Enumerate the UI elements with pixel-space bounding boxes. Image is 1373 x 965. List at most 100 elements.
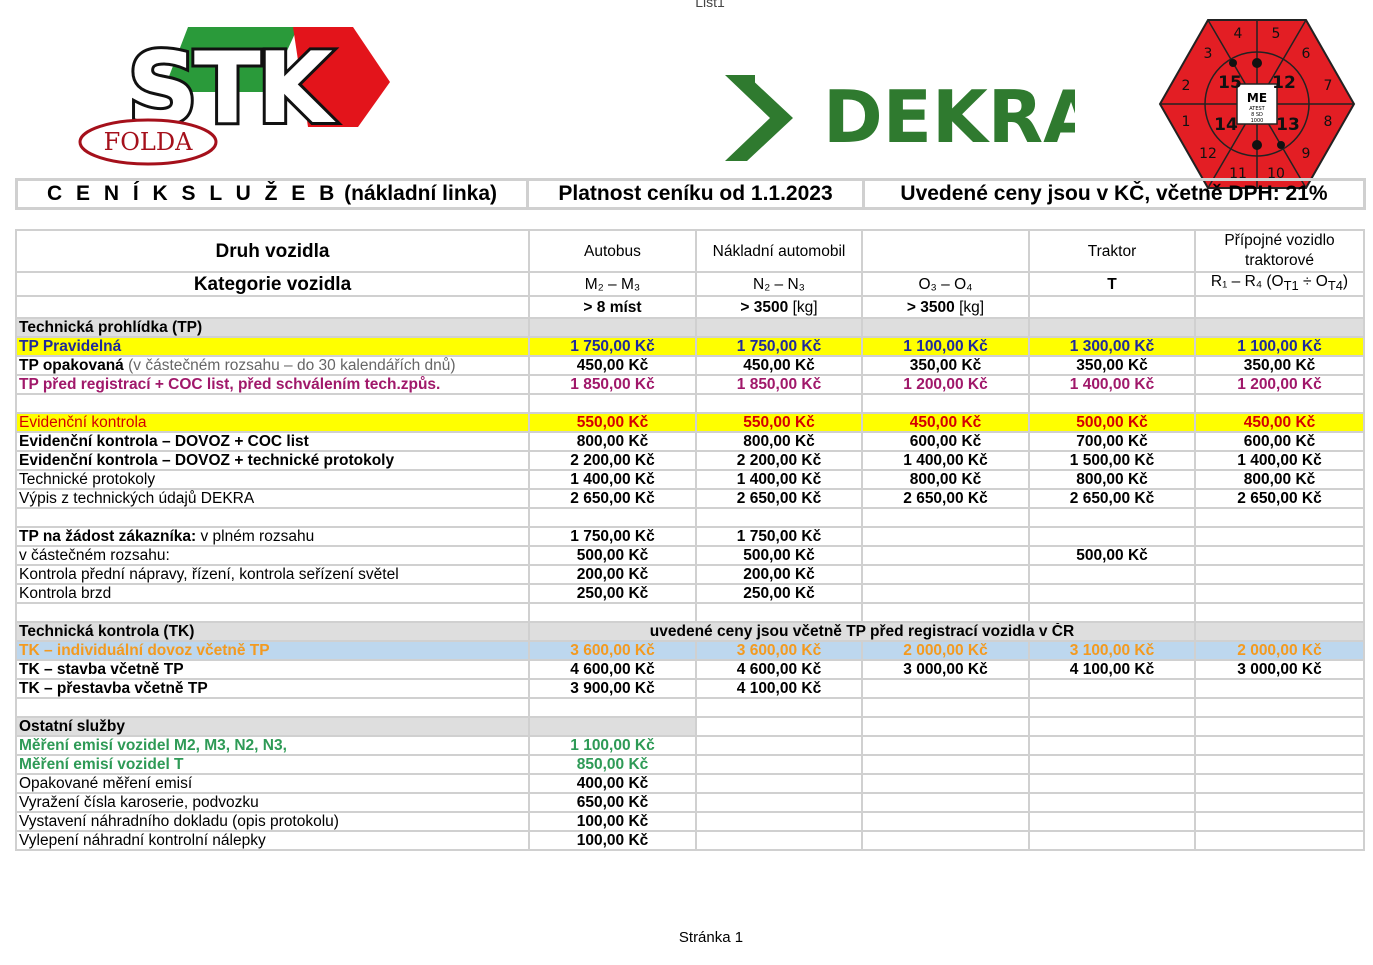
price-cell: 1 400,00 Kč <box>528 469 697 490</box>
price-cell: 1 500,00 Kč <box>1028 450 1196 471</box>
row-evidence-import-coc: Evidenční kontrola – DOVOZ + COC list 80… <box>15 431 1365 452</box>
row-tp-partial: v částečném rozsahu: 500,00 Kč 500,00 Kč… <box>15 545 1365 566</box>
price-cell: 700,00 Kč <box>1028 431 1196 452</box>
row-tp-repeat: TP opakovaná (v částečném rozsahu – do 3… <box>15 355 1365 376</box>
col-trailer <box>861 229 1030 273</box>
page-footer: Stránka 1 <box>678 929 744 946</box>
other-service-label: Vyražení čísla karoserie, podvozku <box>15 792 530 813</box>
price-cell: 3 600,00 Kč <box>695 640 863 661</box>
row-other: Vystavení náhradního dokladu (opis proto… <box>15 811 1365 832</box>
sticker-num-1: 1 <box>1182 114 1191 130</box>
price-cell: 1 750,00 Kč <box>528 336 697 357</box>
category-tractor: T <box>1028 271 1196 297</box>
price-cell: 450,00 Kč <box>1194 412 1365 433</box>
price-list-title: C E N Í K S L U Ž E B (nákladní linka) <box>15 178 529 210</box>
price-cell: 1 100,00 Kč <box>1194 336 1365 357</box>
sticker-num-6: 6 <box>1302 46 1311 62</box>
empty-row <box>15 697 1365 718</box>
brakes-label: Kontrola brzd <box>15 583 530 604</box>
price-cell: 350,00 Kč <box>1194 355 1365 376</box>
price-cell: 4 600,00 Kč <box>528 659 697 680</box>
row-limits: > 8 míst > 3500 [kg] > 3500 [kg] <box>15 295 1365 319</box>
sticker-num-12: 12 <box>1199 146 1217 162</box>
other-service-label: Měření emisí vozidel T <box>15 754 530 775</box>
sticker-num-7: 7 <box>1324 78 1333 94</box>
price-cell: 2 650,00 Kč <box>861 488 1030 509</box>
sticker-num-12b: 12 <box>1272 73 1296 93</box>
row-tk-build: TK – stavba včetně TP 4 600,00 Kč 4 600,… <box>15 659 1365 680</box>
price-cell: 2 650,00 Kč <box>1194 488 1365 509</box>
col-tractor-trailer: Přípojné vozidlo traktorové <box>1194 229 1365 273</box>
price-cell: 1 850,00 Kč <box>695 374 863 395</box>
section-tk: Technická kontrola (TK) uvedené ceny jso… <box>15 621 1365 642</box>
price-cell: 500,00 Kč <box>1028 412 1196 433</box>
price-cell: 4 100,00 Kč <box>1028 659 1196 680</box>
price-cell: 500,00 Kč <box>1028 545 1196 566</box>
price-cell: 450,00 Kč <box>861 412 1030 433</box>
price-cell: 2 200,00 Kč <box>528 450 697 471</box>
price-cell: 500,00 Kč <box>695 545 863 566</box>
row-other: Opakované měření emisí 400,00 Kč <box>15 773 1365 794</box>
limits-label <box>15 295 530 319</box>
limit-bus: > 8 míst <box>528 295 697 319</box>
price-cell: 800,00 Kč <box>1028 469 1196 490</box>
price-cell: 3 000,00 Kč <box>1194 659 1365 680</box>
empty-row <box>15 393 1365 414</box>
tech-protocols-label: Technické protokoly <box>15 469 530 490</box>
price-cell: 1 750,00 Kč <box>528 526 697 547</box>
dekra-logo: DEKRA <box>725 75 1075 161</box>
price-cell: 450,00 Kč <box>528 355 697 376</box>
row-other: Vylepení náhradní kontrolní nálepky 100,… <box>15 830 1365 851</box>
sticker-me-text: ME <box>1247 91 1267 105</box>
tk-note: uvedené ceny jsou včetně TP před registr… <box>528 621 1196 642</box>
price-cell: 1 100,00 Kč <box>528 735 697 756</box>
evidence-import-coc-label: Evidenční kontrola – DOVOZ + COC list <box>15 431 530 452</box>
col-bus: Autobus <box>528 229 697 273</box>
price-cell: 350,00 Kč <box>1028 355 1196 376</box>
price-list-header: C E N Í K S L U Ž E B (nákladní linka) P… <box>15 178 1366 210</box>
row-tk-rebuild: TK – přestavba včetně TP 3 900,00 Kč 4 1… <box>15 678 1365 699</box>
front-axle-label: Kontrola přední nápravy, řízení, kontrol… <box>15 564 530 585</box>
section-tk-label: Technická kontrola (TK) <box>15 621 530 642</box>
sticker-num-14: 14 <box>1214 115 1238 135</box>
tp-partial-label: v částečném rozsahu: <box>15 545 530 566</box>
row-tp-request: TP na žádost zákazníka: v plném rozsahu … <box>15 526 1365 547</box>
price-cell: 2 000,00 Kč <box>1194 640 1365 661</box>
inspection-sticker-logo: ME ATEST 8 SD 1000 4 5 3 6 2 7 1 8 9 10 … <box>1158 19 1356 189</box>
price-cell: 200,00 Kč <box>528 564 697 585</box>
category-label: Kategorie vozidla <box>15 271 530 297</box>
section-other: Ostatní služby <box>15 716 1365 737</box>
price-cell: 550,00 Kč <box>695 412 863 433</box>
other-service-label: Vylepení náhradní kontrolní nálepky <box>15 830 530 851</box>
price-table: Druh vozidla Autobus Nákladní automobil … <box>15 229 1365 851</box>
price-cell: 1 100,00 Kč <box>861 336 1030 357</box>
row-tp-regular: TP Pravidelná 1 750,00 Kč 1 750,00 Kč 1 … <box>15 336 1365 357</box>
row-other: Měření emisí vozidel M2, M3, N2, N3, 1 1… <box>15 735 1365 756</box>
sheet-name: List1 <box>695 0 725 10</box>
limit-truck: > 3500 [kg] <box>695 295 863 319</box>
vehicle-type-label: Druh vozidla <box>15 229 530 273</box>
sticker-num-2: 2 <box>1182 78 1191 94</box>
price-cell: 800,00 Kč <box>528 431 697 452</box>
empty-row <box>15 507 1365 528</box>
price-cell: 200,00 Kč <box>695 564 863 585</box>
price-cell: 2 200,00 Kč <box>695 450 863 471</box>
tp-request-label: TP na žádost zákazníka: v plném rozsahu <box>15 526 530 547</box>
price-cell: 800,00 Kč <box>1194 469 1365 490</box>
section-tp: Technická prohlídka (TP) <box>15 317 1365 338</box>
sticker-num-5: 5 <box>1272 26 1281 42</box>
category-bus: M₂ – M₃ <box>528 271 697 297</box>
price-cell: 1 400,00 Kč <box>1194 450 1365 471</box>
row-tp-before-registration: TP před registrací + COC list, před schv… <box>15 374 1365 395</box>
price-cell <box>1194 545 1365 566</box>
other-service-label: Opakované měření emisí <box>15 773 530 794</box>
price-cell: 650,00 Kč <box>528 792 697 813</box>
sticker-num-8: 8 <box>1324 114 1333 130</box>
price-cell: 600,00 Kč <box>861 431 1030 452</box>
price-cell: 100,00 Kč <box>528 811 697 832</box>
limit-trailer: > 3500 [kg] <box>861 295 1030 319</box>
row-other: Měření emisí vozidel T 850,00 Kč <box>15 754 1365 775</box>
row-brakes: Kontrola brzd 250,00 Kč 250,00 Kč <box>15 583 1365 604</box>
price-cell: 1 400,00 Kč <box>695 469 863 490</box>
price-cell: 500,00 Kč <box>528 545 697 566</box>
